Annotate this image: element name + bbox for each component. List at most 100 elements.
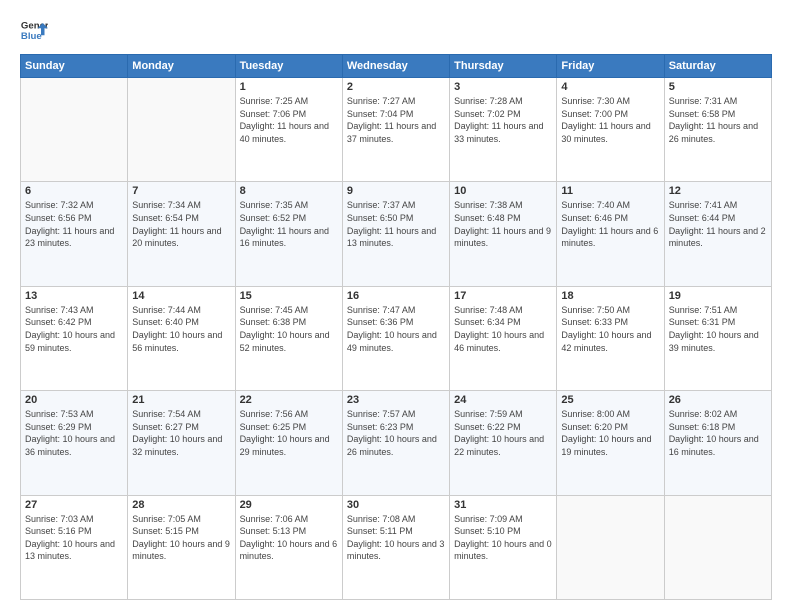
calendar-cell: 25 Sunrise: 8:00 AM Sunset: 6:20 PM Dayli… <box>557 391 664 495</box>
day-info: Sunrise: 7:57 AM Sunset: 6:23 PM Dayligh… <box>347 408 445 458</box>
calendar-week-3: 13Sunrise: 7:43 AM Sunset: 6:42 PM Dayli… <box>21 286 772 390</box>
day-number: 6 <box>25 185 123 197</box>
weekday-header-thursday: Thursday <box>450 55 557 78</box>
calendar-cell: 27 Sunrise: 7:03 AM Sunset: 5:16 PM Dayli… <box>21 495 128 599</box>
day-info: Sunrise: 7:47 AM Sunset: 6:36 PM Dayligh… <box>347 304 445 354</box>
calendar-cell: 1Sunrise: 7:25 AM Sunset: 7:06 PM Daylig… <box>235 78 342 182</box>
calendar-cell: 12 Sunrise: 7:41 AM Sunset: 6:44 PM Dayli… <box>664 182 771 286</box>
calendar-week-1: 1Sunrise: 7:25 AM Sunset: 7:06 PM Daylig… <box>21 78 772 182</box>
calendar-cell: 31 Sunrise: 7:09 AM Sunset: 5:10 PM Dayli… <box>450 495 557 599</box>
calendar-cell: 24Sunrise: 7:59 AM Sunset: 6:22 PM Dayli… <box>450 391 557 495</box>
calendar-cell: 19 Sunrise: 7:51 AM Sunset: 6:31 PM Dayli… <box>664 286 771 390</box>
day-info: Sunrise: 7:31 AM Sunset: 6:58 PM Dayligh… <box>669 95 767 145</box>
day-number: 11 <box>561 185 659 197</box>
weekday-header-sunday: Sunday <box>21 55 128 78</box>
calendar-cell: 29 Sunrise: 7:06 AM Sunset: 5:13 PM Dayli… <box>235 495 342 599</box>
day-number: 20 <box>25 394 123 406</box>
day-info: Sunrise: 7:45 AM Sunset: 6:38 PM Dayligh… <box>240 304 338 354</box>
calendar-cell: 3 Sunrise: 7:28 AM Sunset: 7:02 PM Daylig… <box>450 78 557 182</box>
day-number: 24 <box>454 394 552 406</box>
day-info: Sunrise: 7:48 AM Sunset: 6:34 PM Dayligh… <box>454 304 552 354</box>
day-info: Sunrise: 7:25 AM Sunset: 7:06 PM Dayligh… <box>240 95 338 145</box>
day-info: Sunrise: 7:50 AM Sunset: 6:33 PM Dayligh… <box>561 304 659 354</box>
day-number: 17 <box>454 290 552 302</box>
calendar-cell <box>557 495 664 599</box>
page: General Blue SundayMondayTuesdayWednesda… <box>0 0 792 612</box>
day-info: Sunrise: 7:28 AM Sunset: 7:02 PM Dayligh… <box>454 95 552 145</box>
day-number: 13 <box>25 290 123 302</box>
day-info: Sunrise: 7:05 AM Sunset: 5:15 PM Dayligh… <box>132 513 230 563</box>
calendar-cell: 15 Sunrise: 7:45 AM Sunset: 6:38 PM Dayli… <box>235 286 342 390</box>
day-number: 3 <box>454 81 552 93</box>
day-number: 16 <box>347 290 445 302</box>
calendar-cell: 7 Sunrise: 7:34 AM Sunset: 6:54 PM Daylig… <box>128 182 235 286</box>
header: General Blue <box>20 16 772 44</box>
calendar-table: SundayMondayTuesdayWednesdayThursdayFrid… <box>20 54 772 600</box>
day-info: Sunrise: 7:41 AM Sunset: 6:44 PM Dayligh… <box>669 199 767 249</box>
day-number: 31 <box>454 499 552 511</box>
day-number: 8 <box>240 185 338 197</box>
day-number: 7 <box>132 185 230 197</box>
weekday-header-tuesday: Tuesday <box>235 55 342 78</box>
day-number: 14 <box>132 290 230 302</box>
calendar-cell: 5 Sunrise: 7:31 AM Sunset: 6:58 PM Daylig… <box>664 78 771 182</box>
weekday-header-wednesday: Wednesday <box>342 55 449 78</box>
day-number: 25 <box>561 394 659 406</box>
weekday-header-monday: Monday <box>128 55 235 78</box>
calendar-week-5: 27 Sunrise: 7:03 AM Sunset: 5:16 PM Dayli… <box>21 495 772 599</box>
calendar-cell: 13Sunrise: 7:43 AM Sunset: 6:42 PM Dayli… <box>21 286 128 390</box>
calendar-cell: 6Sunrise: 7:32 AM Sunset: 6:56 PM Daylig… <box>21 182 128 286</box>
day-info: Sunrise: 7:03 AM Sunset: 5:16 PM Dayligh… <box>25 513 123 563</box>
calendar-cell: 20Sunrise: 7:53 AM Sunset: 6:29 PM Dayli… <box>21 391 128 495</box>
logo-icon: General Blue <box>20 16 48 44</box>
day-info: Sunrise: 7:34 AM Sunset: 6:54 PM Dayligh… <box>132 199 230 249</box>
calendar-cell: 4 Sunrise: 7:30 AM Sunset: 7:00 PM Daylig… <box>557 78 664 182</box>
day-info: Sunrise: 7:30 AM Sunset: 7:00 PM Dayligh… <box>561 95 659 145</box>
day-number: 27 <box>25 499 123 511</box>
logo: General Blue <box>20 16 48 44</box>
calendar-cell <box>128 78 235 182</box>
day-number: 29 <box>240 499 338 511</box>
calendar-cell <box>21 78 128 182</box>
day-info: Sunrise: 7:54 AM Sunset: 6:27 PM Dayligh… <box>132 408 230 458</box>
day-number: 5 <box>669 81 767 93</box>
calendar-cell: 9 Sunrise: 7:37 AM Sunset: 6:50 PM Daylig… <box>342 182 449 286</box>
calendar-cell: 23 Sunrise: 7:57 AM Sunset: 6:23 PM Dayli… <box>342 391 449 495</box>
day-info: Sunrise: 7:09 AM Sunset: 5:10 PM Dayligh… <box>454 513 552 563</box>
day-info: Sunrise: 7:37 AM Sunset: 6:50 PM Dayligh… <box>347 199 445 249</box>
calendar-cell: 2Sunrise: 7:27 AM Sunset: 7:04 PM Daylig… <box>342 78 449 182</box>
day-info: Sunrise: 7:06 AM Sunset: 5:13 PM Dayligh… <box>240 513 338 563</box>
day-info: Sunrise: 7:40 AM Sunset: 6:46 PM Dayligh… <box>561 199 659 249</box>
calendar-cell: 14 Sunrise: 7:44 AM Sunset: 6:40 PM Dayli… <box>128 286 235 390</box>
day-info: Sunrise: 7:38 AM Sunset: 6:48 PM Dayligh… <box>454 199 552 249</box>
day-number: 15 <box>240 290 338 302</box>
day-info: Sunrise: 7:56 AM Sunset: 6:25 PM Dayligh… <box>240 408 338 458</box>
day-info: Sunrise: 7:35 AM Sunset: 6:52 PM Dayligh… <box>240 199 338 249</box>
day-number: 21 <box>132 394 230 406</box>
calendar-cell <box>664 495 771 599</box>
day-number: 28 <box>132 499 230 511</box>
day-number: 23 <box>347 394 445 406</box>
calendar-cell: 28 Sunrise: 7:05 AM Sunset: 5:15 PM Dayli… <box>128 495 235 599</box>
day-number: 19 <box>669 290 767 302</box>
day-info: Sunrise: 7:08 AM Sunset: 5:11 PM Dayligh… <box>347 513 445 563</box>
day-info: Sunrise: 7:44 AM Sunset: 6:40 PM Dayligh… <box>132 304 230 354</box>
day-number: 26 <box>669 394 767 406</box>
calendar-cell: 11 Sunrise: 7:40 AM Sunset: 6:46 PM Dayli… <box>557 182 664 286</box>
day-number: 18 <box>561 290 659 302</box>
day-number: 22 <box>240 394 338 406</box>
calendar-cell: 30Sunrise: 7:08 AM Sunset: 5:11 PM Dayli… <box>342 495 449 599</box>
weekday-header-friday: Friday <box>557 55 664 78</box>
day-number: 2 <box>347 81 445 93</box>
day-info: Sunrise: 8:00 AM Sunset: 6:20 PM Dayligh… <box>561 408 659 458</box>
day-number: 12 <box>669 185 767 197</box>
calendar-cell: 8 Sunrise: 7:35 AM Sunset: 6:52 PM Daylig… <box>235 182 342 286</box>
calendar-week-4: 20Sunrise: 7:53 AM Sunset: 6:29 PM Dayli… <box>21 391 772 495</box>
day-info: Sunrise: 7:51 AM Sunset: 6:31 PM Dayligh… <box>669 304 767 354</box>
calendar-cell: 21 Sunrise: 7:54 AM Sunset: 6:27 PM Dayli… <box>128 391 235 495</box>
calendar-cell: 18 Sunrise: 7:50 AM Sunset: 6:33 PM Dayli… <box>557 286 664 390</box>
day-number: 4 <box>561 81 659 93</box>
calendar-cell: 26Sunrise: 8:02 AM Sunset: 6:18 PM Dayli… <box>664 391 771 495</box>
weekday-header-saturday: Saturday <box>664 55 771 78</box>
day-number: 9 <box>347 185 445 197</box>
